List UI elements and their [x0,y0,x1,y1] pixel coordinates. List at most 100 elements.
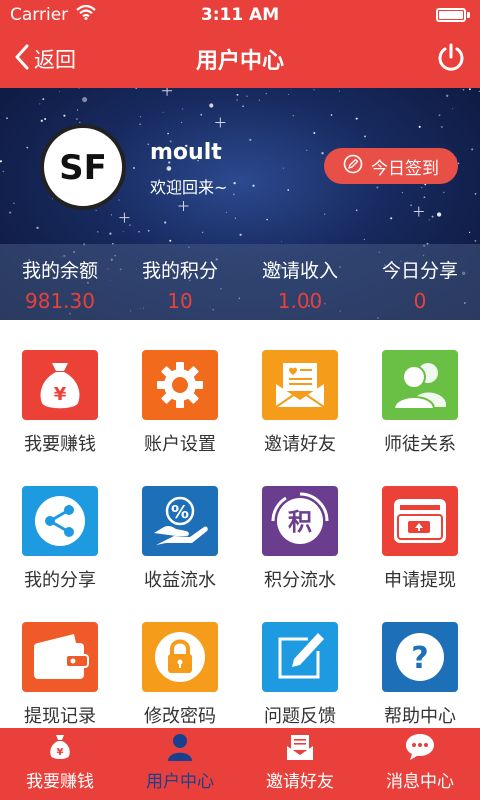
tile: 积 [262,486,338,556]
svg-text:%: % [171,502,189,523]
tab-user-center[interactable]: 用户中心 [120,728,240,800]
grid-item-income-records[interactable]: % 收益流水 [120,456,240,592]
star [129,224,131,226]
star [63,114,66,117]
star [258,99,260,101]
star [225,211,227,213]
grid-item-feedback[interactable]: 问题反馈 [240,592,360,728]
stat-points[interactable]: 我的积分 10 [120,244,240,320]
grid-item-invite-friends[interactable]: 邀请好友 [240,320,360,456]
invitation-envelope-icon [275,363,325,408]
star [363,238,365,241]
profile-header: SF moult 欢迎回来~ 今日签到 我的余额 981.30 我的积分 10 … [0,88,480,320]
stat-value: 981.30 [25,289,95,313]
stat-invite-income[interactable]: 邀请收入 1.00 [240,244,360,320]
star [236,99,238,101]
grid-item-earn-money[interactable]: ¥ 我要赚钱 [0,320,120,456]
grid-item-label: 提现记录 [24,706,96,727]
grid-item-help-center[interactable]: ? 帮助中心 [360,592,480,728]
tile [382,350,458,420]
star [468,88,471,91]
money-bag-icon: ¥ [40,363,80,409]
wifi-icon [76,4,96,25]
chat-bubble-icon [404,731,436,763]
battery-icon [436,8,470,22]
star [111,214,113,216]
grid-item-label: 帮助中心 [384,706,456,727]
avatar[interactable]: SF [40,124,126,210]
star [474,193,477,195]
star [232,193,235,196]
stat-balance[interactable]: 我的余额 981.30 [0,244,120,320]
star [95,209,97,211]
star [164,221,167,224]
share-icon [35,496,85,546]
tile [262,350,338,420]
tile [22,622,98,692]
back-button[interactable]: 返回 [0,30,76,88]
star [452,108,454,110]
invitation-envelope-icon [285,731,315,763]
star [39,103,41,105]
star [76,109,79,111]
stat-value: 10 [167,289,193,313]
star [147,143,150,146]
sparkle [162,88,173,96]
star [339,90,340,92]
star [169,239,172,242]
grid-item-my-shares[interactable]: 我的分享 [0,456,120,592]
star [167,132,169,135]
tab-label: 消息中心 [386,772,454,792]
tab-label: 我要赚钱 [26,772,94,792]
percent-hand-icon: % [154,496,208,545]
star [306,149,308,151]
power-icon [436,42,466,76]
star [139,123,141,125]
star [9,211,12,214]
star [181,108,184,110]
stat-today-shares[interactable]: 今日分享 0 [360,244,480,320]
grid-item-label: 申请提现 [384,570,456,591]
tab-earn-money[interactable]: ¥ 我要赚钱 [0,728,120,800]
stats-bar: 我的余额 981.30 我的积分 10 邀请收入 1.00 今日分享 0 [0,244,480,320]
star [410,204,412,206]
star [428,219,430,221]
star [246,95,248,97]
star [436,212,442,217]
checkin-button[interactable]: 今日签到 [324,148,458,184]
grid-item-mentor-relations[interactable]: 师徒关系 [360,320,480,456]
sparkle [215,117,226,128]
tab-label: 邀请好友 [266,772,334,792]
star [376,186,379,189]
star [446,94,449,97]
grid-item-withdraw-history[interactable]: 提现记录 [0,592,120,728]
star [79,121,81,124]
logout-button[interactable] [436,30,480,88]
money-bag-icon: ¥ [48,731,72,763]
star [132,167,135,169]
points-icon: 积 [271,492,329,544]
star [2,170,5,173]
stat-value: 0 [413,289,427,313]
tab-invite-friends[interactable]: 邀请好友 [240,728,360,800]
grid-item-change-password[interactable]: 修改密码 [120,592,240,728]
tile: ? [382,622,458,692]
star [438,114,441,117]
star [6,117,8,119]
stat-label: 我的积分 [141,260,218,282]
svg-text:积: 积 [288,508,312,536]
star [118,199,120,201]
tile [142,350,218,420]
grid-item-apply-withdraw[interactable]: 申请提现 [360,456,480,592]
star [234,217,236,219]
tab-message-center[interactable]: 消息中心 [360,728,480,800]
star [233,181,236,185]
star [287,189,290,191]
star [355,117,358,120]
grid-item-points-records[interactable]: 积 积分流水 [240,456,360,592]
star [239,233,242,236]
grid-item-account-settings[interactable]: 账户设置 [120,320,240,456]
star [313,132,316,134]
help-icon: ? [396,633,444,681]
star [252,184,255,187]
